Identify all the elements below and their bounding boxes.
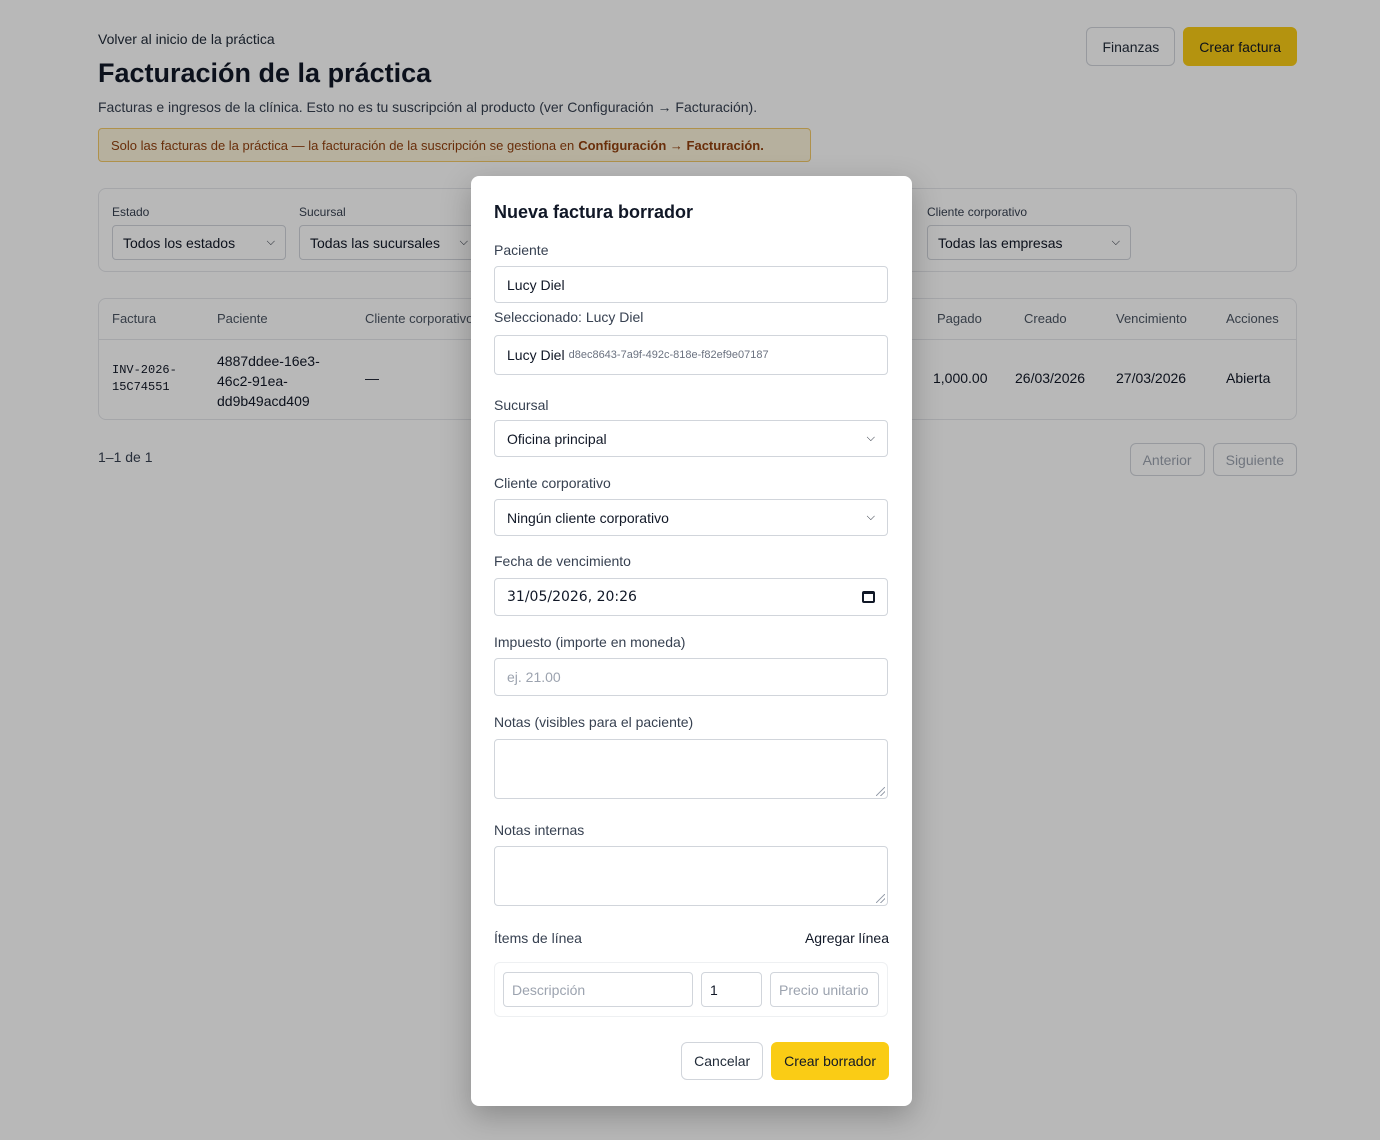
due-date-value: 31/05/2026, 20:26 — [507, 589, 637, 605]
patient-label: Paciente — [494, 242, 549, 258]
corporate-client-label: Cliente corporativo — [494, 475, 611, 491]
line-unit-price-input[interactable]: Precio unitario — [770, 972, 879, 1007]
corporate-client-select-value: Ningún cliente corporativo — [507, 509, 669, 526]
calendar-icon[interactable] — [862, 591, 875, 603]
line-description-placeholder: Descripción — [512, 981, 586, 998]
resize-handle-icon[interactable] — [876, 787, 885, 796]
chevron-down-icon: ⌵ — [866, 432, 875, 444]
line-quantity-value: 1 — [710, 981, 718, 998]
create-draft-button[interactable]: Crear borrador — [771, 1042, 889, 1080]
new-draft-invoice-dialog: Nueva factura borrador Paciente Lucy Die… — [471, 176, 912, 1106]
patient-notes-label: Notas (visibles para el paciente) — [494, 714, 694, 730]
corporate-client-select[interactable]: Ningún cliente corporativo ⌵ — [494, 499, 888, 536]
patient-search-input[interactable]: Lucy Diel — [494, 266, 888, 303]
resize-handle-icon[interactable] — [876, 894, 885, 903]
cancel-button[interactable]: Cancelar — [681, 1042, 764, 1080]
branch-label: Sucursal — [494, 397, 549, 413]
selected-patient-text: Seleccionado: Lucy Diel — [494, 309, 644, 325]
due-date-input[interactable]: 31/05/2026, 20:26 — [494, 578, 888, 616]
patient-option-id: d8ec8643-7a9f-492c-818e-f82ef9e07187 — [568, 349, 769, 361]
add-line-button[interactable]: Agregar línea — [805, 930, 889, 946]
dialog-footer: Cancelar Crear borrador — [681, 1042, 889, 1080]
line-quantity-input[interactable]: 1 — [701, 972, 762, 1007]
internal-notes-textarea[interactable] — [494, 846, 888, 906]
tax-input[interactable]: ej. 21.00 — [494, 658, 888, 696]
line-description-input[interactable]: Descripción — [503, 972, 693, 1007]
tax-placeholder: ej. 21.00 — [507, 669, 561, 685]
patient-search-value: Lucy Diel — [507, 276, 565, 293]
patient-option-name: Lucy Diel — [507, 347, 565, 363]
chevron-down-icon: ⌵ — [866, 511, 875, 523]
tax-label: Impuesto (importe en moneda) — [494, 634, 686, 650]
patient-option[interactable]: Lucy Diel d8ec8643-7a9f-492c-818e-f82ef9… — [494, 335, 888, 375]
patient-notes-textarea[interactable] — [494, 739, 888, 799]
line-items-label: Ítems de línea — [494, 930, 582, 946]
branch-select[interactable]: Oficina principal ⌵ — [494, 420, 888, 457]
due-date-label: Fecha de vencimiento — [494, 553, 631, 569]
branch-select-value: Oficina principal — [507, 430, 607, 447]
line-item-row: Descripción 1 Precio unitario — [494, 962, 888, 1017]
internal-notes-label: Notas internas — [494, 822, 585, 838]
dialog-title: Nueva factura borrador — [494, 202, 694, 222]
line-unit-price-placeholder: Precio unitario — [779, 981, 869, 998]
